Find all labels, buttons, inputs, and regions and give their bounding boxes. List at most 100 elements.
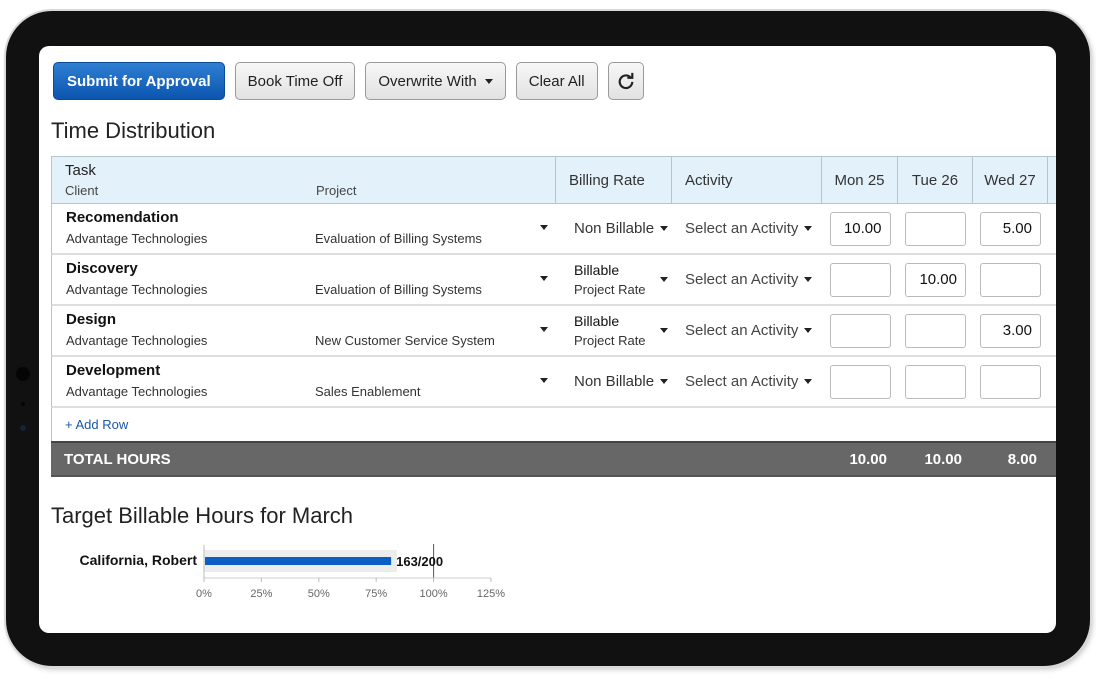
activity-dropdown[interactable]: Select an Activity bbox=[672, 306, 822, 355]
caret-down-icon bbox=[660, 277, 668, 282]
client-name: Advantage Technologies bbox=[66, 333, 208, 348]
billing-rate-dropdown[interactable]: Non Billable bbox=[556, 357, 672, 406]
value-label: 163/200 bbox=[396, 554, 443, 569]
refresh-icon bbox=[618, 72, 633, 90]
task-cell: Development Advantage Technologies Sales… bbox=[52, 357, 556, 406]
billing-rate-value: Billable bbox=[574, 262, 620, 278]
hours-input[interactable] bbox=[905, 364, 966, 399]
project-name: Evaluation of Billing Systems bbox=[315, 231, 482, 246]
activity-value: Select an Activity bbox=[685, 220, 799, 237]
billing-rate-dropdown[interactable]: Billable Project Rate bbox=[556, 255, 672, 304]
x-tick-label: 50% bbox=[308, 588, 330, 600]
add-row-link[interactable]: + Add Row bbox=[51, 408, 1056, 441]
billing-rate-value: Non Billable bbox=[574, 373, 655, 390]
total-hours-row: TOTAL HOURS 10.00 10.00 8.00 bbox=[51, 441, 1056, 477]
header-day: Tue 26 bbox=[898, 157, 973, 203]
client-name: Advantage Technologies bbox=[66, 231, 208, 246]
task-name: Development bbox=[66, 362, 161, 379]
activity-value: Select an Activity bbox=[685, 271, 799, 288]
client-name: Advantage Technologies bbox=[66, 282, 208, 297]
overwrite-with-button[interactable]: Overwrite With bbox=[365, 62, 506, 100]
hours-input[interactable] bbox=[980, 211, 1041, 246]
activity-dropdown[interactable]: Select an Activity bbox=[672, 357, 822, 406]
hours-input[interactable] bbox=[829, 364, 891, 399]
submit-for-approval-button[interactable]: Submit for Approval bbox=[53, 62, 225, 100]
activity-value: Select an Activity bbox=[685, 373, 799, 390]
project-dropdown-icon[interactable] bbox=[540, 225, 548, 230]
time-grid: Task Client Project Billing Rate Activit… bbox=[51, 156, 1056, 477]
book-time-off-button[interactable]: Book Time Off bbox=[234, 62, 356, 100]
caret-down-icon bbox=[660, 328, 668, 333]
task-cell: Recomendation Advantage Technologies Eva… bbox=[52, 204, 556, 253]
task-name: Discovery bbox=[66, 260, 138, 277]
header-client-label: Client bbox=[65, 183, 99, 198]
x-tick-label: 0% bbox=[196, 588, 212, 600]
project-name: Evaluation of Billing Systems bbox=[315, 282, 482, 297]
sensor-icon bbox=[21, 402, 25, 406]
hours-input[interactable] bbox=[980, 262, 1041, 297]
total-hours-value: 10.00 bbox=[849, 450, 887, 468]
screen: Submit for Approval Book Time Off Overwr… bbox=[39, 46, 1056, 633]
activity-dropdown[interactable]: Select an Activity bbox=[672, 204, 822, 253]
table-row: Design Advantage Technologies New Custom… bbox=[51, 306, 1056, 357]
caret-down-icon bbox=[804, 379, 813, 384]
project-dropdown-icon[interactable] bbox=[540, 327, 548, 332]
overwrite-with-label: Overwrite With bbox=[378, 72, 477, 90]
sensor-icon bbox=[20, 425, 26, 431]
hours-input[interactable] bbox=[905, 262, 966, 297]
project-dropdown-icon[interactable] bbox=[540, 378, 548, 383]
project-name: Sales Enablement bbox=[315, 384, 421, 399]
project-dropdown-icon[interactable] bbox=[540, 276, 548, 281]
table-row: Discovery Advantage Technologies Evaluat… bbox=[51, 255, 1056, 306]
caret-down-icon bbox=[804, 328, 813, 333]
caret-down-icon bbox=[804, 277, 813, 282]
hours-input[interactable] bbox=[905, 211, 966, 246]
total-hours-value: 8.00 bbox=[1007, 450, 1037, 468]
actual-bar bbox=[205, 557, 392, 565]
task-name: Recomendation bbox=[66, 209, 179, 226]
billing-rate-dropdown[interactable]: Non Billable bbox=[556, 204, 672, 253]
header-day: Wed 27 bbox=[973, 157, 1048, 203]
total-hours-value: 10.00 bbox=[924, 450, 962, 468]
toolbar: Submit for Approval Book Time Off Overwr… bbox=[53, 62, 644, 100]
client-name: Advantage Technologies bbox=[66, 384, 208, 399]
header-task-label: Task bbox=[65, 162, 96, 179]
x-tick-label: 100% bbox=[420, 588, 448, 600]
table-row: Recomendation Advantage Technologies Eva… bbox=[51, 204, 1056, 255]
table-row: Development Advantage Technologies Sales… bbox=[51, 357, 1056, 408]
header-day: Mon 25 bbox=[822, 157, 898, 203]
hours-input[interactable] bbox=[829, 313, 891, 348]
total-hours-label: TOTAL HOURS bbox=[64, 450, 171, 468]
header-project-label: Project bbox=[316, 183, 357, 198]
billing-rate-value: Billable bbox=[574, 313, 620, 329]
caret-down-icon bbox=[804, 226, 813, 231]
x-tick-label: 25% bbox=[250, 588, 272, 600]
camera-icon bbox=[16, 367, 30, 381]
category-label: California, Robert bbox=[80, 552, 198, 568]
billing-rate-sub: Project Rate bbox=[574, 282, 646, 297]
hours-input[interactable] bbox=[980, 313, 1041, 348]
header-activity: Activity bbox=[672, 157, 822, 203]
task-name: Design bbox=[66, 311, 117, 328]
grid-header: Task Client Project Billing Rate Activit… bbox=[51, 156, 1056, 204]
hours-input[interactable] bbox=[829, 262, 891, 297]
caret-down-icon bbox=[660, 379, 669, 384]
task-cell: Design Advantage Technologies New Custom… bbox=[52, 306, 556, 355]
caret-down-icon bbox=[484, 78, 493, 84]
activity-value: Select an Activity bbox=[685, 322, 799, 339]
billing-rate-sub: Project Rate bbox=[574, 333, 646, 348]
task-cell: Discovery Advantage Technologies Evaluat… bbox=[52, 255, 556, 304]
hours-input[interactable] bbox=[905, 313, 966, 348]
hours-input[interactable] bbox=[980, 364, 1041, 399]
clear-all-button[interactable]: Clear All bbox=[515, 62, 598, 100]
target-billable-title: Target Billable Hours for March bbox=[51, 503, 354, 528]
header-task: Task Client Project bbox=[52, 157, 556, 203]
hours-input[interactable] bbox=[829, 211, 891, 246]
header-billing-rate: Billing Rate bbox=[556, 157, 672, 203]
billing-rate-dropdown[interactable]: Billable Project Rate bbox=[556, 306, 672, 355]
refresh-button[interactable] bbox=[607, 62, 644, 100]
caret-down-icon bbox=[660, 226, 669, 231]
activity-dropdown[interactable]: Select an Activity bbox=[672, 255, 822, 304]
time-distribution-title: Time Distribution bbox=[51, 118, 216, 143]
project-name: New Customer Service System bbox=[315, 333, 495, 348]
